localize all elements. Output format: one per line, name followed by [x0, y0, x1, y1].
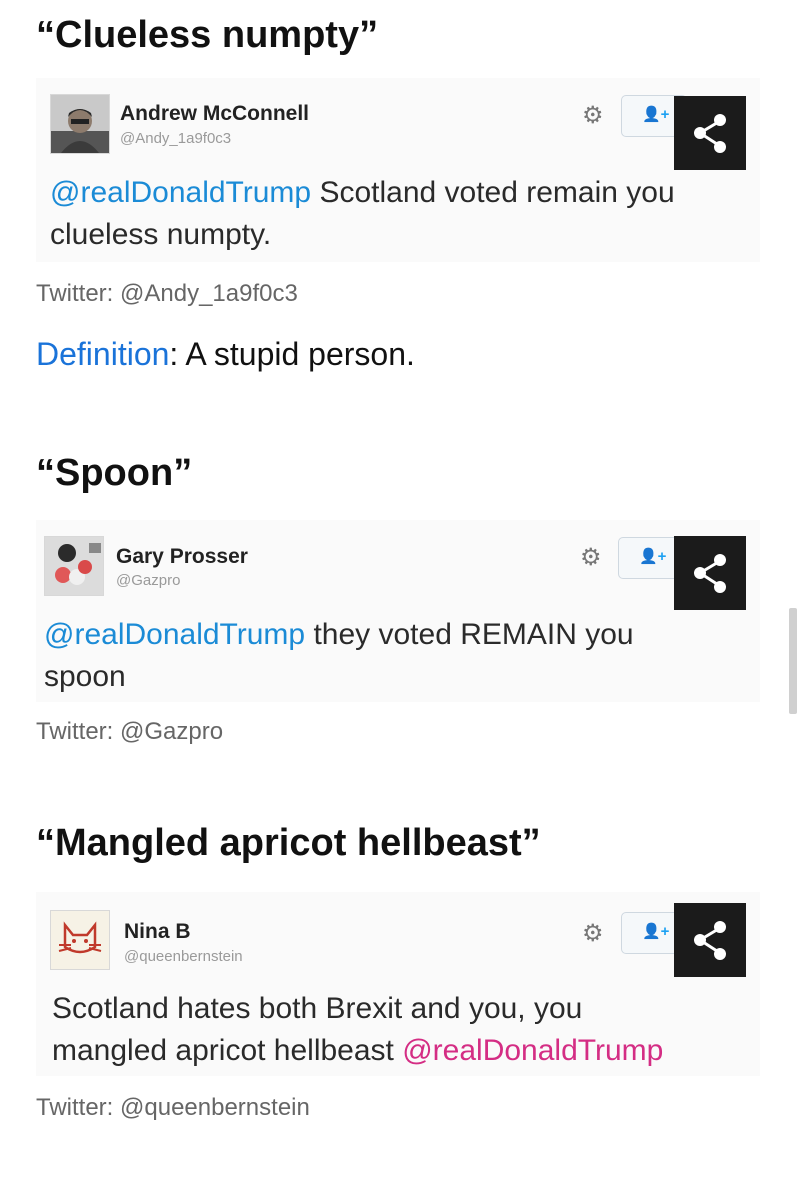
tweet-text-line1: Scotland hates both Brexit and you, you: [52, 992, 583, 1025]
tweet-author-name[interactable]: Nina B: [124, 920, 191, 944]
tweet-mention-link[interactable]: @realDonaldTrump: [402, 1034, 663, 1067]
image-caption: Twitter: @queenbernstein: [36, 1094, 310, 1121]
gear-icon[interactable]: ⚙: [582, 922, 604, 946]
embedded-tweet[interactable]: Nina B @queenbernstein ⚙ 👤+ Scotland hat…: [36, 892, 760, 1076]
article-item-3: “Mangled apricot hellbeast” Nina B @quee…: [0, 0, 798, 1200]
share-icon: [694, 921, 726, 960]
follow-user-icon: 👤+: [642, 923, 670, 940]
avatar[interactable]: [50, 910, 110, 970]
scrollbar-thumb[interactable]: [789, 608, 797, 714]
share-button[interactable]: [674, 903, 746, 977]
item-heading: “Mangled apricot hellbeast”: [36, 822, 541, 864]
tweet-text-line2: mangled apricot hellbeast: [52, 1034, 403, 1067]
tweet-author-handle[interactable]: @queenbernstein: [124, 948, 243, 965]
avatar-cat-drawing: [51, 911, 109, 969]
tweet-text: Scotland hates both Brexit and you, you …: [52, 988, 663, 1072]
